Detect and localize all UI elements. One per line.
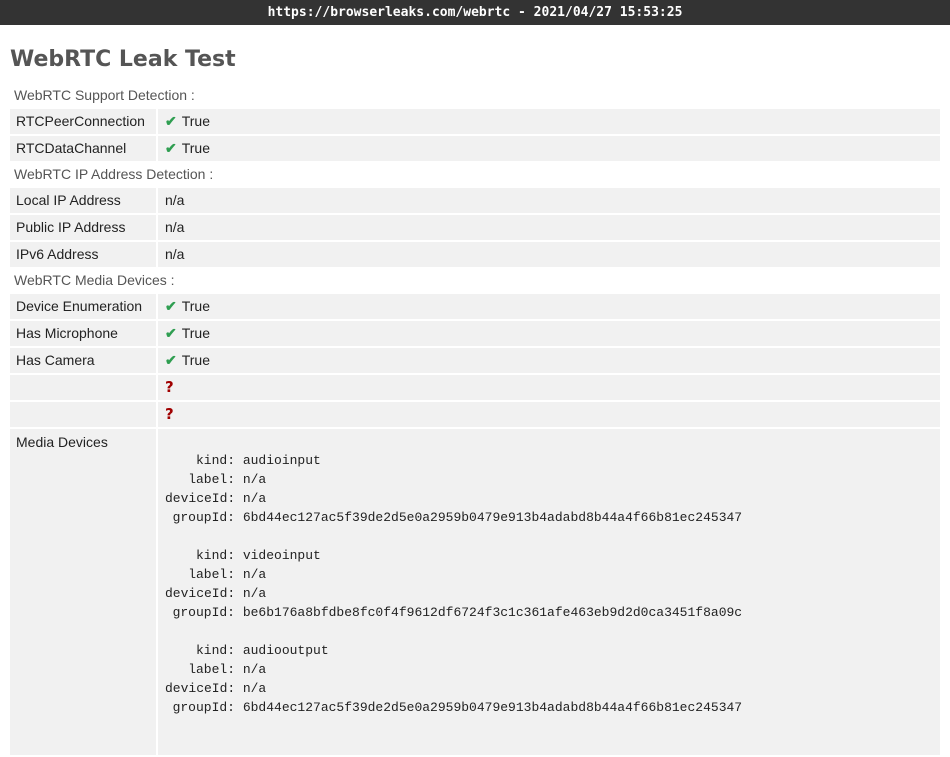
table-row: Public IP Address n/a <box>10 215 940 240</box>
device-entry: kind: audiooutput label: n/a deviceId: n/a… <box>165 643 743 715</box>
row-value: True <box>181 113 211 129</box>
check-icon: ✔ <box>165 352 177 368</box>
device-entry: kind: audioinput label: n/a deviceId: n/a g… <box>165 453 743 525</box>
check-icon: ✔ <box>165 325 177 341</box>
check-icon: ✔ <box>165 298 177 314</box>
row-key: Local IP Address <box>10 188 158 213</box>
table-row: ? <box>10 402 940 427</box>
row-key: Media Devices <box>10 429 158 755</box>
row-key: IPv6 Address <box>10 242 158 267</box>
url-text: https://browserleaks.com/webrtc - 2021/0… <box>267 5 683 20</box>
section-label-ip: WebRTC IP Address Detection : <box>10 161 940 188</box>
row-value: True <box>181 140 211 156</box>
table-row: RTCDataChannel ✔ True <box>10 136 940 161</box>
device-entry: kind: videoinput label: n/a deviceId: n/a g… <box>165 548 743 620</box>
row-key: Has Camera <box>10 348 158 373</box>
row-key: RTCPeerConnection <box>10 109 158 134</box>
table-row: ? <box>10 375 940 400</box>
section-label-media: WebRTC Media Devices : <box>10 267 940 294</box>
row-value: n/a <box>158 242 940 267</box>
media-devices-list: kind: audioinput label: n/a deviceId: n/a g… <box>158 429 940 755</box>
support-table: RTCPeerConnection ✔ True RTCDataChannel ✔… <box>10 107 940 163</box>
main-content: WebRTC Leak Test WebRTC Support Detectio… <box>0 47 950 757</box>
row-value: True <box>181 325 211 341</box>
row-key: Public IP Address <box>10 215 158 240</box>
ip-table: Local IP Address n/a Public IP Address n… <box>10 186 940 269</box>
row-value: True <box>181 352 211 368</box>
question-icon: ? <box>165 378 174 396</box>
check-icon: ✔ <box>165 113 177 129</box>
media-table: Device Enumeration ✔ True Has Microphone … <box>10 292 940 757</box>
table-row: IPv6 Address n/a <box>10 242 940 267</box>
row-value: n/a <box>158 188 940 213</box>
row-key: RTCDataChannel <box>10 136 158 161</box>
media-devices-row: Media Devices kind: audioinput label: n/a… <box>10 429 940 755</box>
section-label-support: WebRTC Support Detection : <box>10 82 940 109</box>
row-key: Has Microphone <box>10 321 158 346</box>
table-row: RTCPeerConnection ✔ True <box>10 109 940 134</box>
table-row: Local IP Address n/a <box>10 188 940 213</box>
table-row: Has Microphone ✔ True <box>10 321 940 346</box>
page-title: WebRTC Leak Test <box>10 47 236 72</box>
question-icon: ? <box>165 405 174 423</box>
check-icon: ✔ <box>165 140 177 156</box>
table-row: Device Enumeration ✔ True <box>10 294 940 319</box>
row-value: True <box>181 298 211 314</box>
url-bar: https://browserleaks.com/webrtc - 2021/0… <box>0 0 950 25</box>
row-key: Device Enumeration <box>10 294 158 319</box>
field-label: kind: <box>195 453 235 468</box>
table-row: Has Camera ✔ True <box>10 348 940 373</box>
row-value: n/a <box>158 215 940 240</box>
